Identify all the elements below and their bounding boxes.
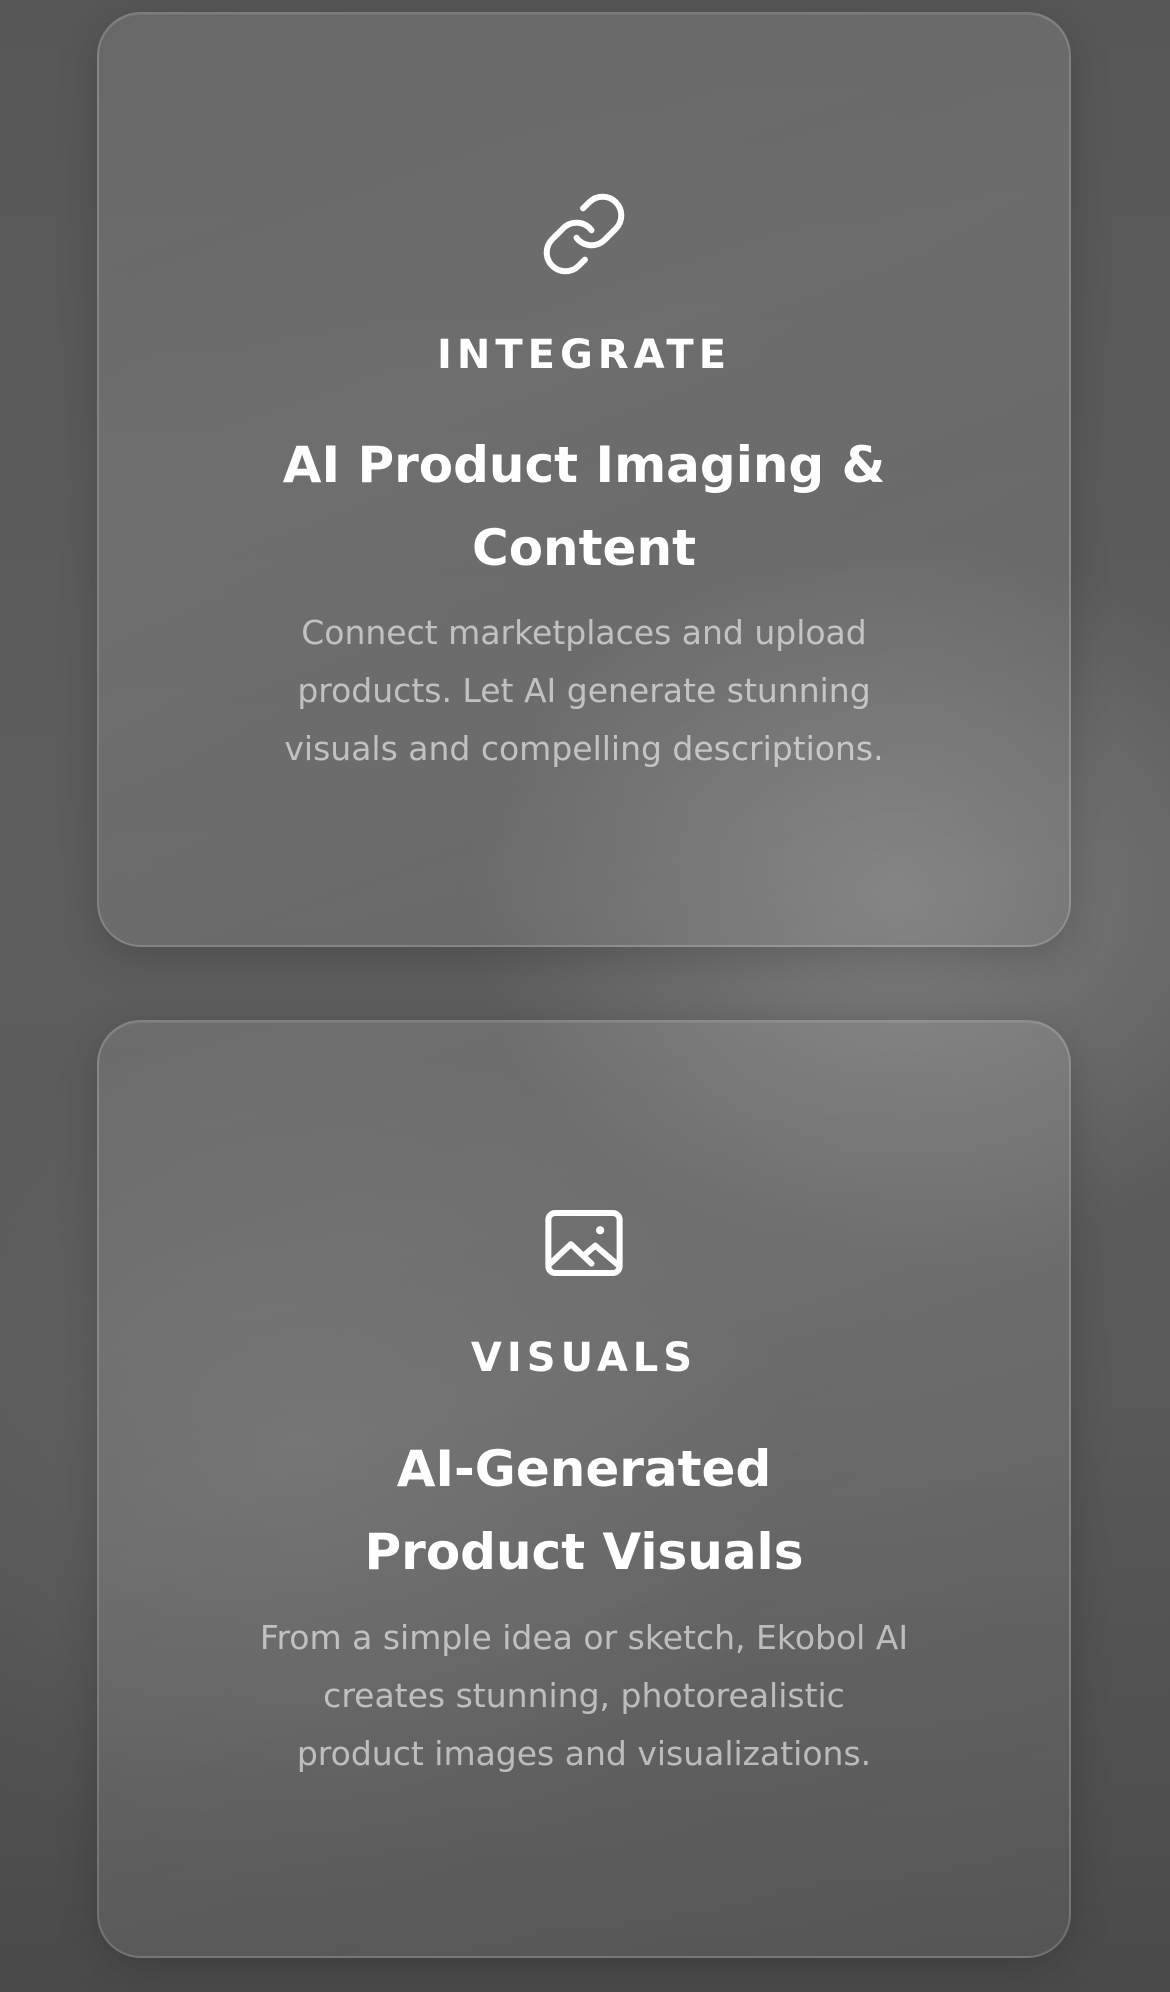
link-icon (539, 189, 629, 279)
card-description: From a simple idea or sketch, Ekobol AI … (259, 1618, 909, 1773)
card-title: AI-Generated Product Visuals (364, 1440, 804, 1581)
card-eyebrow: VISUALS (470, 1335, 698, 1381)
card-description: Connect marketplaces and upload products… (284, 613, 884, 768)
feature-card-visuals: VISUALS AI-Generated Product Visuals Fro… (97, 1020, 1071, 1958)
card-eyebrow: INTEGRATE (436, 332, 732, 378)
card-title: AI Product Imaging & Content (282, 436, 886, 577)
feature-card-integrate: INTEGRATE AI Product Imaging & Content C… (97, 12, 1071, 947)
image-icon (539, 1198, 629, 1288)
